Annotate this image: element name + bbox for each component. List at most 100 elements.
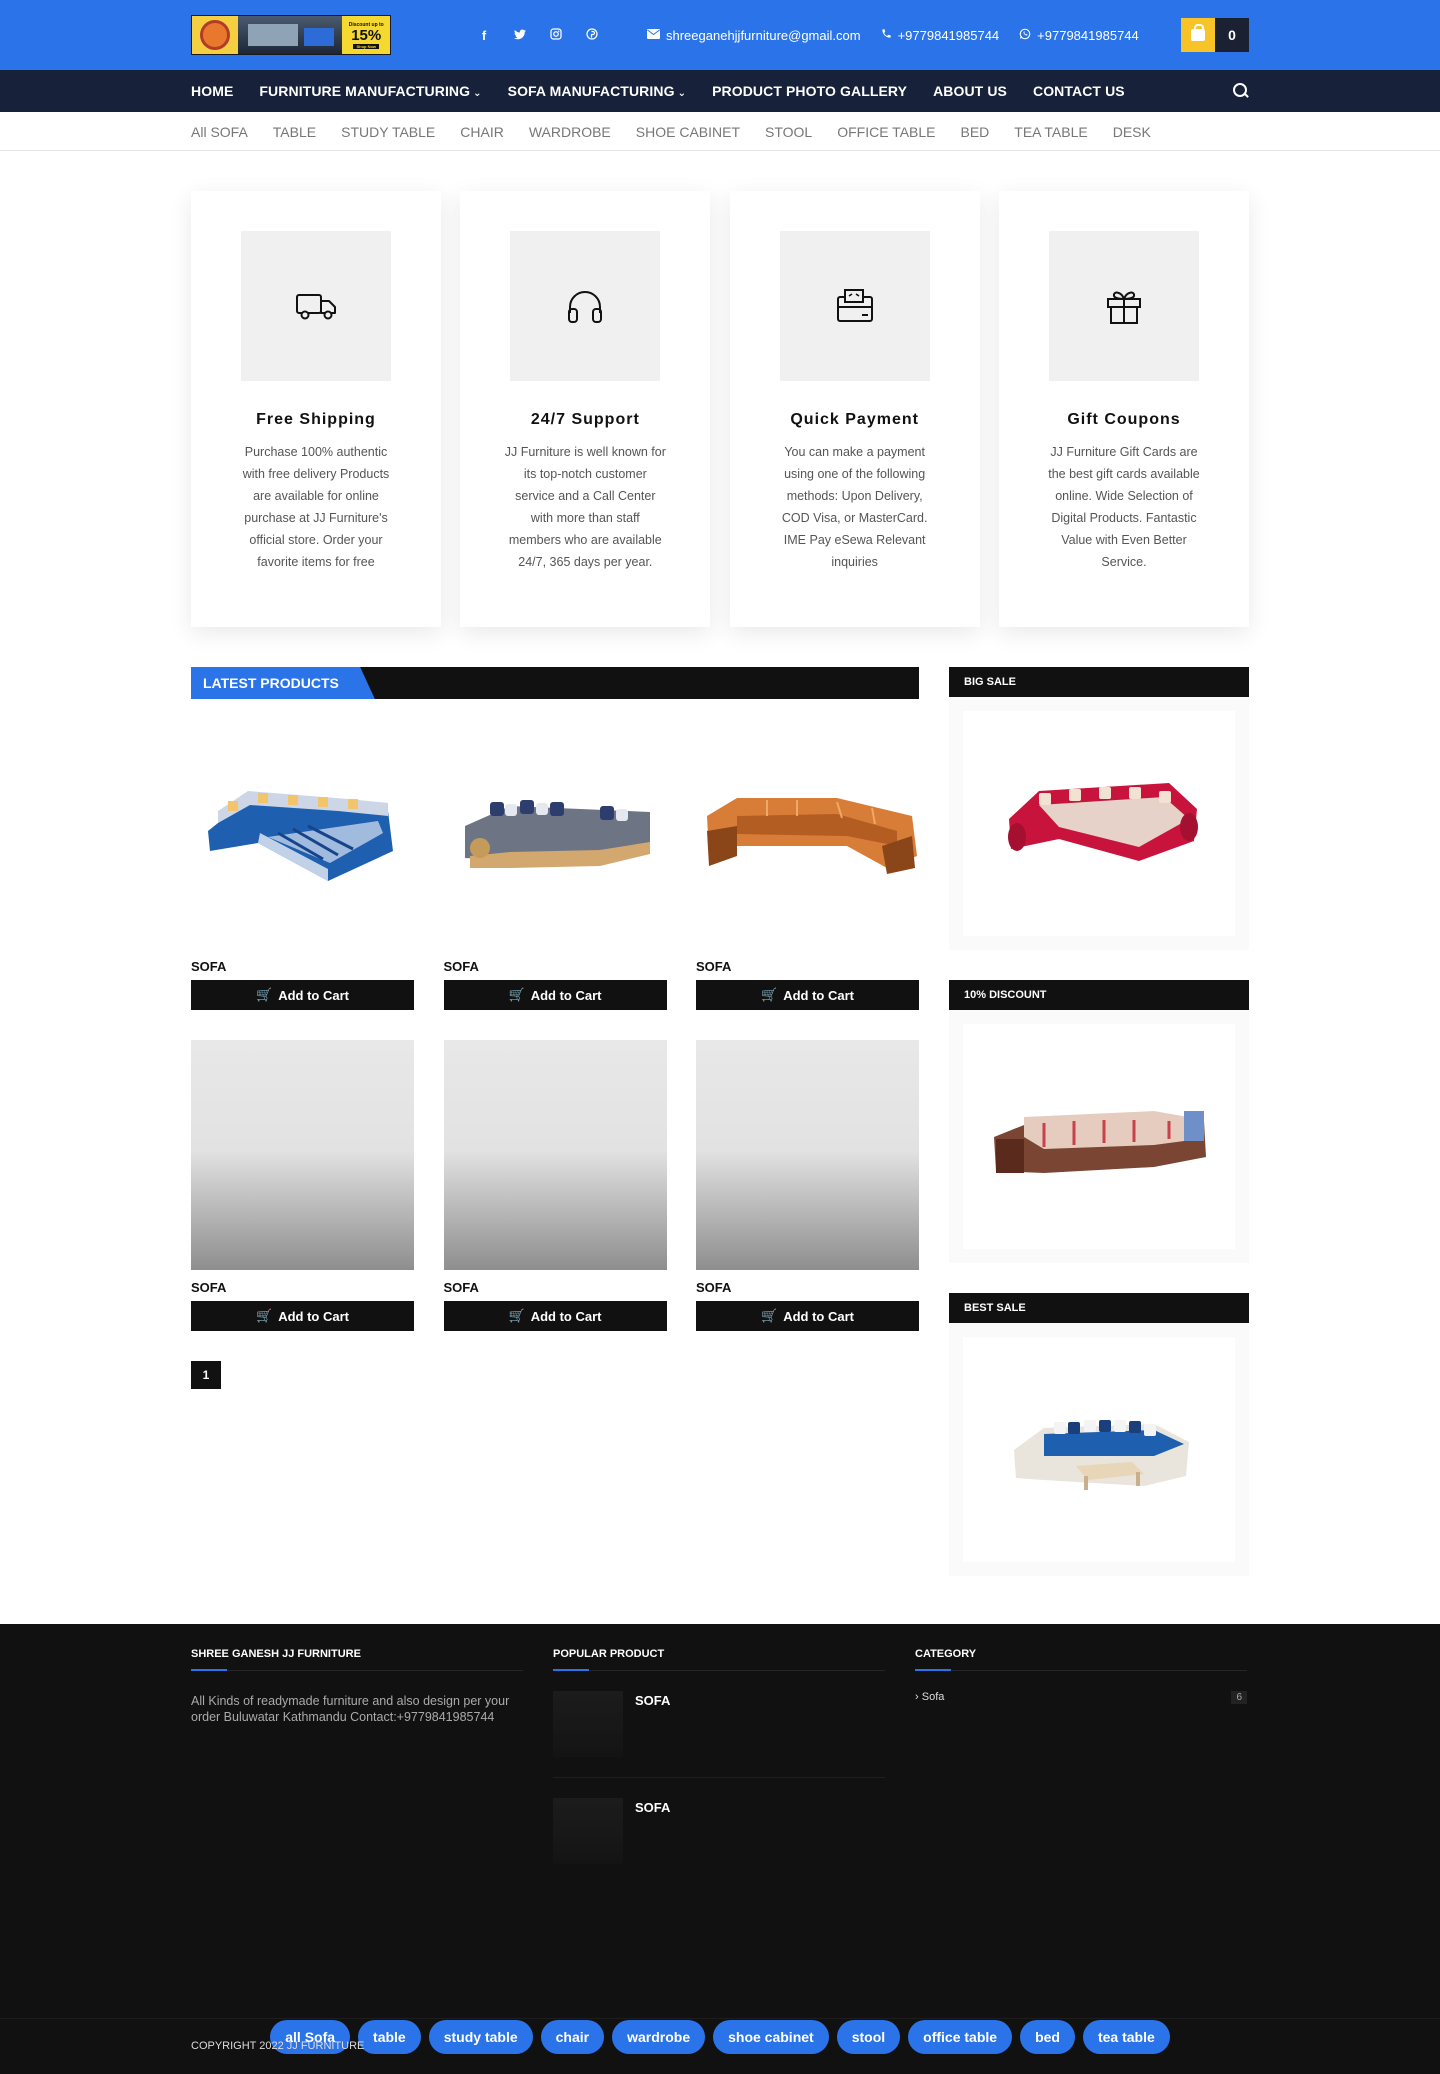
product-image[interactable] xyxy=(443,1040,667,1270)
tag-office-table[interactable]: office table xyxy=(908,2020,1013,2054)
cart-icon: 🛒 xyxy=(256,1308,273,1323)
feature-card: Quick Payment You can make a payment usi… xyxy=(729,191,980,627)
product-name[interactable]: SOFA xyxy=(191,959,414,974)
logo-banner-image xyxy=(237,16,343,54)
subnav-stool[interactable]: STOOL xyxy=(765,124,812,140)
subnav-office-table[interactable]: OFFICE TABLE xyxy=(837,124,935,140)
subnav-wardrobe[interactable]: WARDROBE xyxy=(529,124,611,140)
category-name: Sofa xyxy=(921,1691,945,1703)
nav-about-us[interactable]: ABOUT US xyxy=(933,83,1007,99)
site-logo[interactable]: Discount up to 15% Shop Now xyxy=(191,15,391,55)
product-card[interactable]: SOFA 🛒 Add to Cart xyxy=(696,1040,919,1331)
subnav-desk[interactable]: DESK xyxy=(1113,124,1151,140)
tag-chair[interactable]: chair xyxy=(540,2020,605,2054)
product-name[interactable]: SOFA xyxy=(696,1280,919,1295)
cart-icon: 🛒 xyxy=(256,987,273,1002)
whatsapp-link[interactable]: +9779841985744 xyxy=(1019,28,1139,43)
category-nav: All SOFA TABLE STUDY TABLE CHAIR WARDROB… xyxy=(0,112,1440,151)
best-sale-product-image[interactable] xyxy=(963,1337,1235,1562)
add-to-cart-button[interactable]: 🛒 Add to Cart xyxy=(443,980,667,1010)
product-card[interactable]: SOFA 🛒 Add to Cart xyxy=(443,711,667,1010)
add-to-cart-label: Add to Cart xyxy=(530,987,602,1003)
email-link[interactable]: shreeganehjjfurniture@gmail.com xyxy=(647,28,861,43)
subnav-study-table[interactable]: STUDY TABLE xyxy=(341,124,435,140)
widget-body xyxy=(949,697,1249,950)
cart-icon: 🛒 xyxy=(761,987,778,1002)
popular-thumbnail[interactable] xyxy=(553,1798,623,1864)
discount-product-image[interactable] xyxy=(963,1024,1235,1249)
product-card[interactable]: SOFA 🛒 Add to Cart xyxy=(191,1040,414,1331)
badge-big-text: 15% xyxy=(351,26,382,44)
add-to-cart-label: Add to Cart xyxy=(783,987,854,1003)
social-links: f xyxy=(477,28,599,43)
add-to-cart-label: Add to Cart xyxy=(783,1308,854,1324)
nav-furniture-label: FURNITURE MANUFACTURING xyxy=(259,83,471,99)
product-card[interactable]: SOFA 🛒 Add to Cart xyxy=(443,1040,667,1331)
subnav-chair[interactable]: CHAIR xyxy=(460,124,504,140)
product-name[interactable]: SOFA xyxy=(444,959,667,974)
product-name[interactable]: SOFA xyxy=(444,1280,667,1295)
whatsapp-text: +9779841985744 xyxy=(1037,27,1139,43)
popular-item[interactable]: SOFA xyxy=(553,1778,885,1884)
product-image[interactable] xyxy=(191,711,414,941)
subnav-table[interactable]: TABLE xyxy=(273,124,316,140)
tag-wardrobe[interactable]: wardrobe xyxy=(612,2020,706,2054)
logo-emblem xyxy=(192,16,238,54)
subnav-shoe-cabinet[interactable]: SHOE CABINET xyxy=(636,124,740,140)
add-to-cart-button[interactable]: 🛒 Add to Cart xyxy=(191,1301,414,1331)
product-card[interactable]: SOFA 🛒 Add to Cart xyxy=(191,711,414,1010)
sale-product-image[interactable] xyxy=(963,711,1235,936)
pagination-page[interactable]: 1 xyxy=(191,1361,221,1389)
popular-name[interactable]: SOFA xyxy=(635,1800,670,1864)
nav-sofa-manufacturing[interactable]: SOFA MANUFACTURING ⌄ xyxy=(508,83,686,99)
category-item[interactable]: › Sofa 6 xyxy=(915,1691,1247,1704)
product-card[interactable]: SOFA 🛒 Add to Cart xyxy=(696,711,919,1010)
tag-shoe-cabinet[interactable]: shoe cabinet xyxy=(713,2020,829,2054)
subnav-tea-table[interactable]: TEA TABLE xyxy=(1014,124,1087,140)
product-name[interactable]: SOFA xyxy=(191,1280,414,1295)
nav-furniture-manufacturing[interactable]: FURNITURE MANUFACTURING ⌄ xyxy=(259,83,481,99)
latest-products: LATEST PRODUCTS SOFA 🛒 Add to Cart SOFA … xyxy=(191,667,919,1606)
logo-discount-badge: Discount up to 15% Shop Now xyxy=(342,16,390,54)
search-icon[interactable] xyxy=(1233,83,1249,99)
widget-title: 10% DISCOUNT xyxy=(949,980,1249,1010)
feature-card: Gift Coupons JJ Furniture Gift Cards are… xyxy=(998,191,1249,627)
product-image[interactable] xyxy=(191,1040,414,1270)
twitter-icon[interactable] xyxy=(513,28,527,43)
tag-table[interactable]: table xyxy=(358,2020,421,2054)
product-name[interactable]: SOFA xyxy=(696,959,919,974)
add-to-cart-button[interactable]: 🛒 Add to Cart xyxy=(443,1301,667,1331)
nav-photo-gallery[interactable]: PRODUCT PHOTO GALLERY xyxy=(712,83,907,99)
nav-home[interactable]: HOME xyxy=(191,83,233,99)
whatsapp-icon xyxy=(1019,28,1031,43)
phone-link[interactable]: +9779841985744 xyxy=(881,28,999,43)
chevron-down-icon: ⌄ xyxy=(677,88,687,99)
tag-study-table[interactable]: study table xyxy=(428,2020,533,2054)
best-sale-widget: BEST SALE xyxy=(949,1293,1249,1576)
product-image[interactable] xyxy=(696,1040,919,1270)
subnav-bed[interactable]: BED xyxy=(961,124,990,140)
category-link[interactable]: › Sofa xyxy=(915,1691,944,1704)
feature-text: JJ Furniture is well known for its top-n… xyxy=(504,445,666,569)
subnav-all-sofa[interactable]: All SOFA xyxy=(191,124,248,140)
product-image[interactable] xyxy=(444,711,667,941)
popular-item[interactable]: SOFA xyxy=(553,1671,885,1778)
add-to-cart-button[interactable]: 🛒 Add to Cart xyxy=(191,980,414,1010)
add-to-cart-button[interactable]: 🛒 Add to Cart xyxy=(696,980,919,1010)
tag-stool[interactable]: stool xyxy=(836,2020,901,2054)
facebook-icon[interactable]: f xyxy=(477,28,491,43)
add-to-cart-button[interactable]: 🛒 Add to Cart xyxy=(696,1301,919,1331)
popular-name[interactable]: SOFA xyxy=(635,1693,670,1757)
pinterest-icon[interactable] xyxy=(585,27,599,43)
nav-contact-us[interactable]: CONTACT US xyxy=(1033,83,1125,99)
tag-bed[interactable]: bed xyxy=(1020,2020,1075,2054)
cart-button[interactable]: 0 xyxy=(1181,18,1249,52)
copyright-text: COPYRIGHT 2022 JJ FURNITURE xyxy=(191,2040,365,2052)
product-grid: SOFA 🛒 Add to Cart SOFA 🛒 Add to Cart SO… xyxy=(191,711,919,1361)
product-image[interactable] xyxy=(696,711,919,941)
add-to-cart-label: Add to Cart xyxy=(278,987,349,1003)
tag-tea-table[interactable]: tea table xyxy=(1082,2020,1170,2054)
instagram-icon[interactable] xyxy=(549,27,563,43)
popular-thumbnail[interactable] xyxy=(553,1691,623,1757)
footer: SHREE GANESH JJ FURNITURE All Kinds of r… xyxy=(0,1624,1440,2074)
